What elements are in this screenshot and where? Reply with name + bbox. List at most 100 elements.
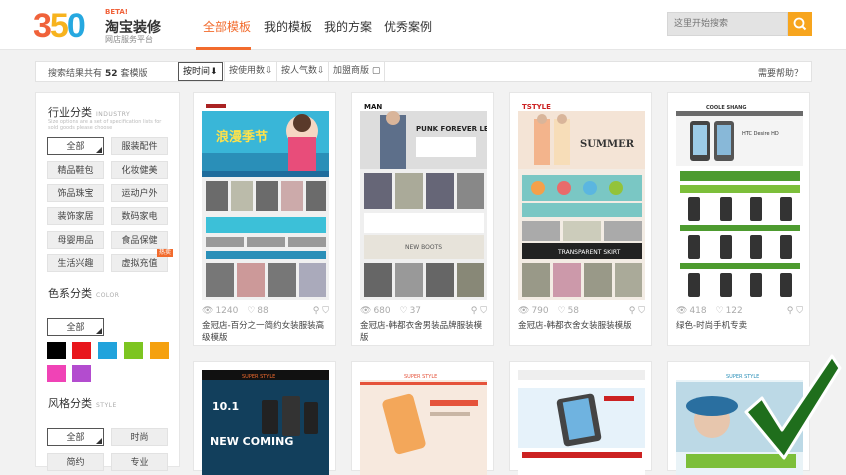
help-link[interactable]: 需要帮助？ (758, 66, 803, 79)
heart-icon: ♡ (247, 306, 256, 316)
card-stats: 👁 680 ♡ 37 ⚲ ⛉ (360, 306, 487, 316)
industry-tag[interactable]: 母婴用品 (47, 231, 104, 249)
industry-tag[interactable]: 装饰家居 (47, 207, 104, 225)
template-thumbnail: SUPER STYLE (360, 370, 487, 475)
color-swatch-pink[interactable] (47, 365, 66, 382)
template-card[interactable]: COOLE SHANG HTC Desire HD 👁 418 ♡ 122 ⚲ ⛉ … (667, 92, 810, 346)
search-icon (793, 17, 807, 31)
thumb-banner-text: HTC Desire HD (742, 131, 779, 137)
thumb-banner-text: NEW COMING (210, 435, 293, 448)
action-icons: ⚲ ⛉ (786, 306, 803, 316)
logo-digit: 3 (33, 7, 52, 45)
nav-my-templates[interactable]: 我的模板 (264, 18, 312, 35)
site-logo[interactable]: 350 BETA! 淘宝装修 网店服务平台 (33, 8, 163, 44)
industry-tag[interactable]: 生活兴趣 (47, 254, 104, 272)
template-thumbnail: TSTYLE SUMMER TRANSPARENT SKIRT (518, 101, 645, 300)
top-header: 350 BETA! 淘宝装修 网店服务平台 全部模板 我的模板 我的方案 优秀案… (0, 0, 846, 50)
sort-by-usage[interactable]: 按使用数⇩ (224, 62, 277, 81)
color-tag-all[interactable]: 全部 (47, 318, 104, 336)
eye-icon: 👁 (676, 306, 688, 316)
style-title: 风格分类 STYLE (48, 397, 117, 410)
eye-icon: 👁 (202, 306, 214, 316)
sort-by-time[interactable]: 按时间⬇ (178, 62, 223, 81)
brand-subtitle: 网店服务平台 (105, 35, 153, 44)
card-title[interactable]: 绿色-时尚手机专卖 (676, 320, 803, 332)
category-sidebar: 行业分类 INDUSTRY Size options are a set of s… (35, 92, 180, 471)
industry-tag[interactable]: 服装配件 (111, 137, 168, 155)
thumb-brand-text: COOLE SHANG (706, 105, 746, 111)
industry-tag[interactable]: 数码家电 (111, 207, 168, 225)
template-card[interactable]: 浪漫季节 👁 1240 ♡ 88 ⚲ ⛉ 金冠店-百分之一简约女装服装高级模版 (193, 92, 336, 346)
card-stats: 👁 418 ♡ 122 ⚲ ⛉ (676, 306, 803, 316)
industry-tag[interactable]: 运动户外 (111, 184, 168, 202)
color-swatch-red[interactable] (72, 342, 91, 359)
color-title: 色系分类 COLOR (48, 287, 120, 300)
franchise-filter[interactable]: 加盟商版 ▢ (328, 62, 386, 81)
style-tag-all[interactable]: 全部 (47, 428, 104, 446)
action-icons: ⚲ ⛉ (470, 306, 487, 316)
template-card[interactable] (509, 361, 652, 475)
nav-all-templates[interactable]: 全部模板 (203, 18, 251, 35)
nav-active-indicator (196, 47, 251, 50)
heart-icon: ♡ (715, 306, 724, 316)
template-thumbnail: SUPER STYLE 10.1 NEW COMING (202, 370, 329, 475)
industry-tag[interactable]: 食品保健 (111, 231, 168, 249)
template-thumbnail: COOLE SHANG HTC Desire HD (676, 101, 803, 300)
filter-bar: 搜索结果共有 52 套模版 按时间⬇ 按使用数⇩ 按人气数⇩ 加盟商版 ▢ 需要帮助… (35, 61, 812, 82)
thumb-sub-text: TRANSPARENT SKIRT (557, 249, 621, 256)
template-thumbnail (518, 370, 645, 475)
style-tag[interactable]: 时尚 (111, 428, 168, 446)
card-title[interactable]: 金冠店-韩都衣舍女装服装模版 (518, 320, 645, 332)
industry-tag[interactable]: 化妆健美 (111, 161, 168, 179)
heart-icon: ♡ (557, 306, 566, 316)
nav-cases[interactable]: 优秀案例 (384, 18, 432, 35)
color-swatch-orange[interactable] (150, 342, 169, 359)
color-swatch-black[interactable] (47, 342, 66, 359)
logo-digit: 0 (66, 7, 86, 45)
view-count: 1240 (215, 306, 239, 316)
sort-by-popularity[interactable]: 按人气数⇩ (276, 62, 329, 81)
style-tag[interactable]: 专业 (111, 453, 168, 471)
template-card[interactable]: SUPER STYLE 10.1 NEW COMING (193, 361, 336, 475)
logo-number: 350 (33, 7, 86, 45)
industry-tag-label: 虚拟充值 (121, 259, 158, 269)
action-icons: ⚲ ⛉ (628, 306, 645, 316)
color-swatch-blue[interactable] (98, 342, 117, 359)
search-input[interactable] (668, 13, 783, 35)
thumb-brand-text: MAN (364, 103, 382, 111)
view-count: 680 (373, 306, 391, 316)
checkmark-icon (742, 350, 842, 462)
industry-title: 行业分类 INDUSTRY (48, 106, 131, 119)
industry-tag[interactable]: 虚拟充值 热卖 (111, 249, 173, 272)
search-button[interactable] (788, 12, 812, 36)
template-card[interactable]: TSTYLE SUMMER TRANSPARENT SKIRT 👁 790 ♡ 58… (509, 92, 652, 346)
color-swatch-purple[interactable] (72, 365, 91, 382)
card-title[interactable]: 金冠店-百分之一简约女装服装高级模版 (202, 320, 329, 344)
search-box (667, 12, 788, 36)
industry-tag[interactable]: 饰品珠宝 (47, 184, 104, 202)
view-count: 790 (531, 306, 549, 316)
industry-tag[interactable]: 精品鞋包 (47, 161, 104, 179)
card-title[interactable]: 金冠店-韩都衣舍男装品牌服装模版 (360, 320, 487, 344)
nav-my-plans[interactable]: 我的方案 (324, 18, 372, 35)
industry-tag-all[interactable]: 全部 (47, 137, 104, 155)
thumb-banner-text: SUMMER (580, 139, 635, 150)
logo-digit: 5 (49, 7, 69, 45)
style-tag[interactable]: 简约 (47, 453, 104, 471)
template-thumbnail: MAN PUNK FOREVER LETTERS NEW BOOTS (360, 101, 487, 300)
thumb-brand-text: TSTYLE (522, 103, 551, 111)
like-count: 37 (409, 306, 422, 316)
thumb-banner-text: 浪漫季节 (216, 129, 268, 145)
template-card[interactable]: MAN PUNK FOREVER LETTERS NEW BOOTS 👁680 … (351, 92, 494, 346)
thumb-top-text: SUPER STYLE (404, 374, 437, 380)
thumb-banner-text: PUNK FOREVER LETTERS (416, 125, 487, 133)
template-card[interactable]: SUPER STYLE (351, 361, 494, 475)
color-swatch-green[interactable] (124, 342, 143, 359)
hot-badge: 热卖 (156, 249, 173, 257)
thumb-sub-text: NEW BOOTS (405, 244, 442, 251)
view-count: 418 (689, 306, 707, 316)
eye-icon: 👁 (518, 306, 530, 316)
action-icons: ⚲ ⛉ (312, 306, 329, 316)
eye-icon: 👁 (360, 306, 372, 316)
thumb-date-text: 10.1 (212, 400, 239, 413)
